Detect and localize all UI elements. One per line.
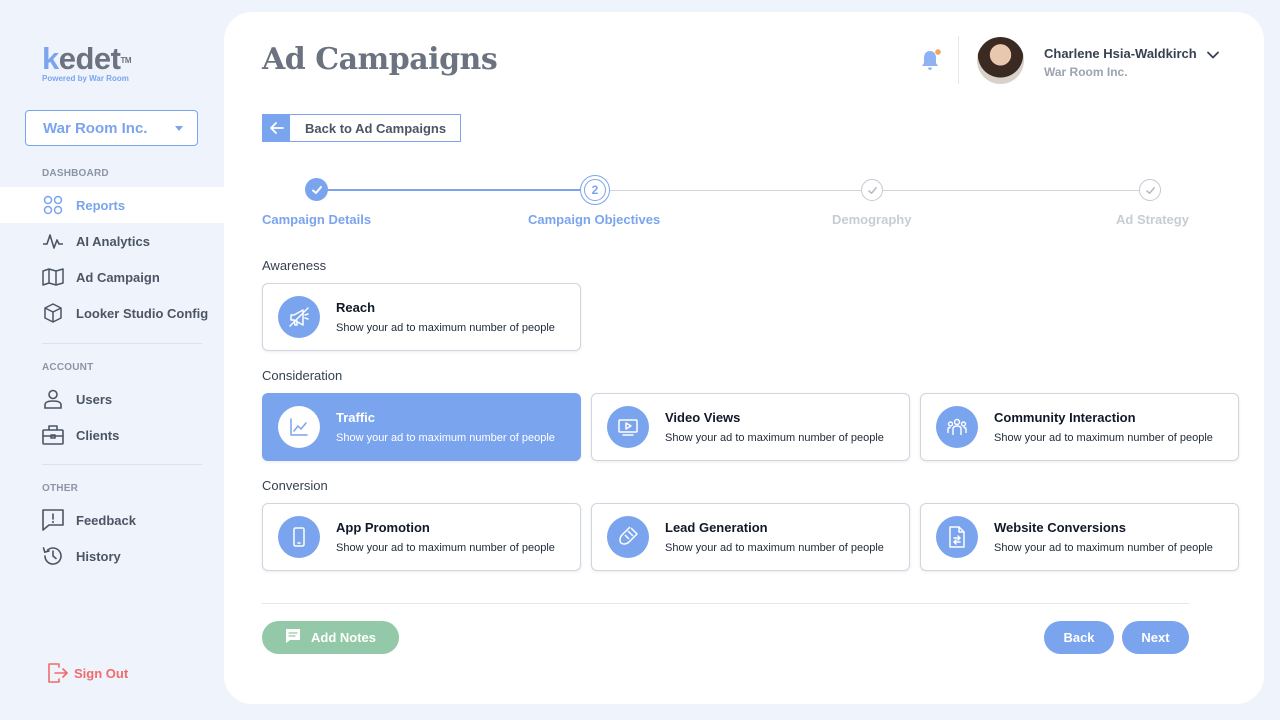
video-icon bbox=[607, 406, 649, 448]
sidebar-item-label: Reports bbox=[76, 197, 126, 213]
map-icon bbox=[42, 266, 64, 288]
add-notes-button[interactable]: Add Notes bbox=[262, 621, 399, 654]
sidebar-item-label: Clients bbox=[76, 427, 120, 443]
chart-icon bbox=[278, 406, 320, 448]
step-pending-check-icon bbox=[861, 179, 883, 201]
grid-icon bbox=[42, 194, 64, 216]
card-title: Reach bbox=[336, 300, 376, 315]
sidebar-divider bbox=[42, 464, 202, 465]
section-title-dashboard: DASHBOARD bbox=[42, 168, 109, 179]
card-title: Lead Generation bbox=[665, 520, 768, 535]
user-name[interactable]: Charlene Hsia-Waldkirch bbox=[1044, 46, 1197, 61]
card-title: App Promotion bbox=[336, 520, 430, 535]
logo-tagline: Powered by War Room bbox=[42, 74, 129, 83]
card-description: Show your ad to maximum number of people bbox=[994, 432, 1213, 444]
organization-select-value: War Room Inc. bbox=[43, 119, 148, 137]
back-to-ad-campaigns-label: Back to Ad Campaigns bbox=[305, 120, 447, 136]
user-avatar[interactable] bbox=[977, 37, 1024, 84]
group-title-consideration: Consideration bbox=[262, 368, 343, 383]
step-label-campaign-objectives[interactable]: Campaign Objectives bbox=[528, 212, 660, 227]
sidebar-item-ad-campaign[interactable]: Ad Campaign bbox=[0, 259, 224, 295]
back-to-ad-campaigns-button[interactable]: Back to Ad Campaigns bbox=[262, 114, 461, 142]
card-title: Traffic bbox=[336, 410, 376, 425]
phone-icon bbox=[278, 516, 320, 558]
objective-card-reach[interactable]: Reach Show your ad to maximum number of … bbox=[262, 283, 581, 351]
section-title-other: OTHER bbox=[42, 483, 78, 494]
user-organization: War Room Inc. bbox=[1044, 65, 1128, 79]
sign-out-label: Sign Out bbox=[74, 665, 129, 681]
objective-card-website-conversions[interactable]: Website Conversions Show your ad to maxi… bbox=[920, 503, 1239, 571]
group-title-conversion: Conversion bbox=[262, 478, 328, 493]
objective-card-app-promotion[interactable]: App Promotion Show your ad to maximum nu… bbox=[262, 503, 581, 571]
sidebar-item-label: Ad Campaign bbox=[76, 269, 160, 285]
activity-icon bbox=[42, 230, 64, 252]
page-title: Ad Campaigns bbox=[262, 42, 498, 77]
notification-bell-icon[interactable] bbox=[919, 48, 943, 72]
megaphone-icon bbox=[278, 296, 320, 338]
sign-out-icon bbox=[48, 663, 68, 683]
sidebar-item-history[interactable]: History bbox=[0, 538, 224, 574]
briefcase-icon bbox=[42, 424, 64, 446]
kedet-logo[interactable]: kedetTM Powered by War Room bbox=[42, 43, 132, 83]
feedback-icon bbox=[42, 509, 64, 531]
step-current-marker: 2 bbox=[580, 175, 610, 205]
objective-card-community-interaction[interactable]: Community Interaction Show your ad to ma… bbox=[920, 393, 1239, 461]
history-icon bbox=[42, 545, 64, 567]
add-notes-label: Add Notes bbox=[311, 630, 376, 645]
card-title: Community Interaction bbox=[994, 410, 1136, 425]
footer-divider bbox=[262, 603, 1189, 604]
main-panel: Ad Campaigns Charlene Hsia-Waldkirch War… bbox=[224, 12, 1264, 704]
step-done-icon bbox=[305, 178, 328, 201]
web-conversion-icon bbox=[936, 516, 978, 558]
back-button[interactable]: Back bbox=[1044, 621, 1114, 654]
sidebar: kedetTM Powered by War Room War Room Inc… bbox=[0, 0, 224, 720]
objective-card-traffic[interactable]: Traffic Show your ad to maximum number o… bbox=[262, 393, 581, 461]
objective-card-lead-generation[interactable]: Lead Generation Show your ad to maximum … bbox=[591, 503, 910, 571]
caret-down-icon bbox=[175, 125, 183, 131]
sidebar-item-clients[interactable]: Clients bbox=[0, 417, 224, 453]
section-title-account: ACCOUNT bbox=[42, 362, 94, 373]
sign-out-button[interactable]: Sign Out bbox=[48, 663, 128, 683]
step-label-ad-strategy: Ad Strategy bbox=[1116, 212, 1189, 227]
next-button[interactable]: Next bbox=[1122, 621, 1189, 654]
sidebar-item-label: History bbox=[76, 548, 121, 564]
step-label-demography: Demography bbox=[832, 212, 912, 227]
sidebar-item-looker-studio-config[interactable]: Looker Studio Config bbox=[0, 295, 224, 331]
card-title: Website Conversions bbox=[994, 520, 1126, 535]
notes-icon bbox=[285, 628, 301, 647]
sidebar-item-label: Users bbox=[76, 391, 113, 407]
header-separator bbox=[958, 36, 959, 84]
card-description: Show your ad to maximum number of people bbox=[336, 542, 555, 554]
card-description: Show your ad to maximum number of people bbox=[994, 542, 1213, 554]
magnet-icon bbox=[607, 516, 649, 558]
sidebar-divider bbox=[42, 343, 202, 344]
sidebar-item-label: Feedback bbox=[76, 512, 136, 528]
organization-select[interactable]: War Room Inc. bbox=[25, 110, 198, 146]
chevron-down-icon[interactable] bbox=[1206, 48, 1220, 62]
cube-icon bbox=[42, 302, 64, 324]
sidebar-item-ai-analytics[interactable]: AI Analytics bbox=[0, 223, 224, 259]
community-icon bbox=[936, 406, 978, 448]
sidebar-item-feedback[interactable]: Feedback bbox=[0, 502, 224, 538]
sidebar-item-users[interactable]: Users bbox=[0, 381, 224, 417]
sidebar-item-label: AI Analytics bbox=[76, 233, 150, 249]
objective-card-video-views[interactable]: Video Views Show your ad to maximum numb… bbox=[591, 393, 910, 461]
card-title: Video Views bbox=[665, 410, 741, 425]
card-description: Show your ad to maximum number of people bbox=[336, 322, 555, 334]
sidebar-item-label: Looker Studio Config bbox=[76, 305, 209, 321]
step-current-number: 2 bbox=[584, 179, 606, 201]
step-pending-check-icon bbox=[1139, 179, 1161, 201]
arrow-left-icon bbox=[263, 115, 290, 141]
card-description: Show your ad to maximum number of people bbox=[336, 432, 555, 444]
group-title-awareness: Awareness bbox=[262, 258, 327, 273]
stepper-line-complete bbox=[316, 189, 583, 191]
card-description: Show your ad to maximum number of people bbox=[665, 432, 884, 444]
step-label-campaign-details[interactable]: Campaign Details bbox=[262, 212, 371, 227]
card-description: Show your ad to maximum number of people bbox=[665, 542, 884, 554]
sidebar-item-reports[interactable]: Reports bbox=[0, 187, 224, 223]
user-icon bbox=[42, 388, 64, 410]
